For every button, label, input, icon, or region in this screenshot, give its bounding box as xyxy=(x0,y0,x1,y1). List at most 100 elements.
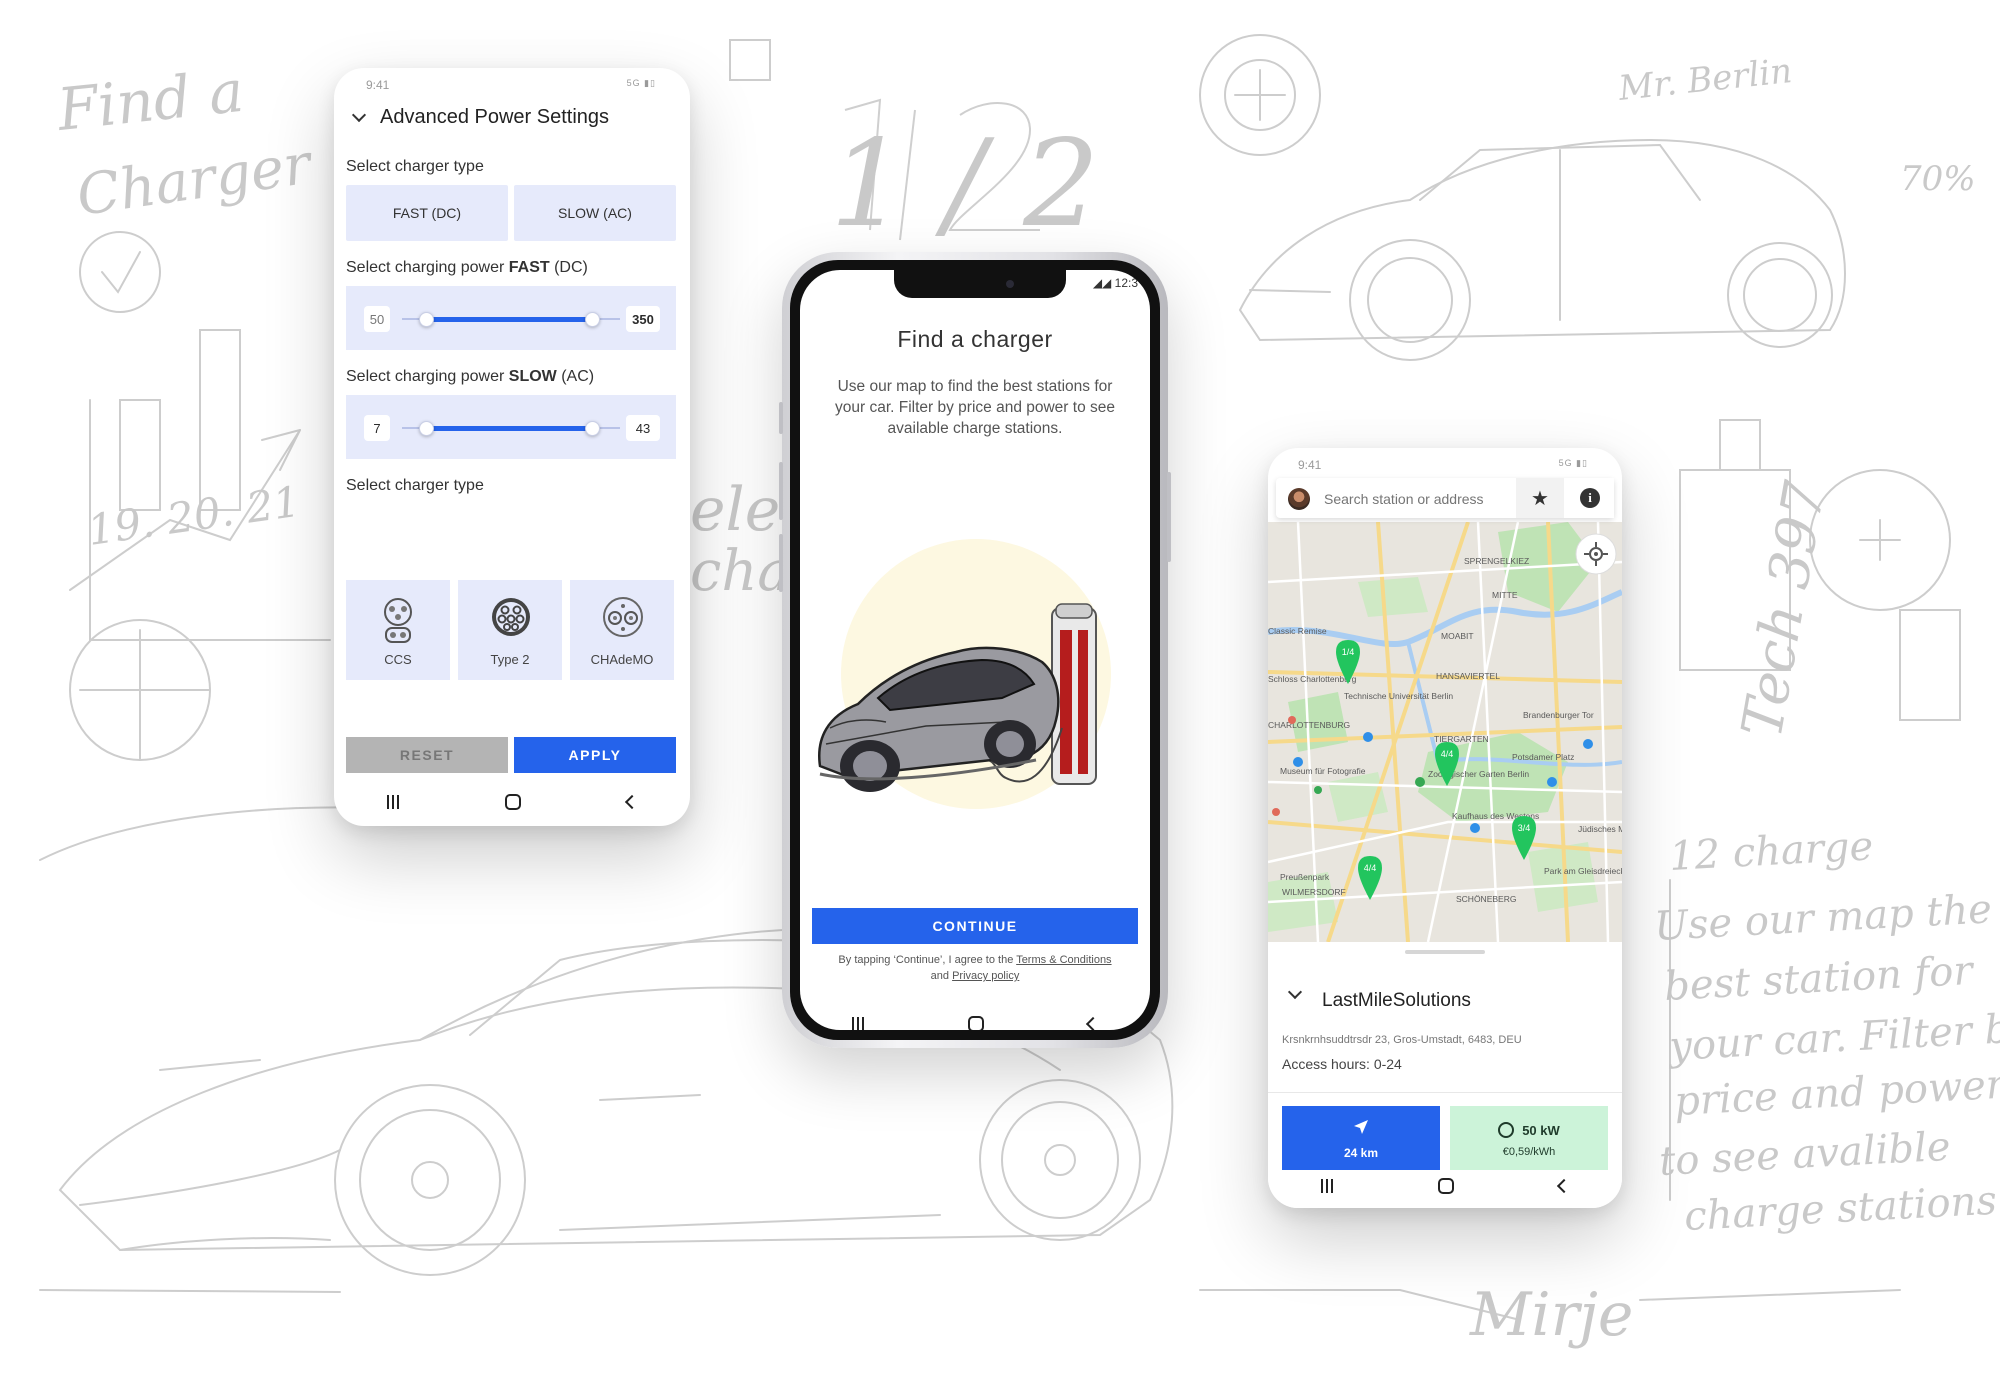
district-label: WILMERSDORF xyxy=(1282,887,1346,897)
phone-notch xyxy=(894,270,1066,298)
favorites-button[interactable]: ★ xyxy=(1516,478,1564,518)
slider-range-fill xyxy=(426,317,592,322)
pin-count: 1/4 xyxy=(1342,647,1355,657)
android-nav-bar xyxy=(334,780,690,824)
fast-max-value: 350 xyxy=(626,306,660,332)
fast-power-slider[interactable]: 50 350 xyxy=(346,286,676,350)
back-icon[interactable] xyxy=(1557,1178,1572,1194)
slow-ac-button[interactable]: SLOW (AC) xyxy=(514,185,676,241)
district-label: MITTE xyxy=(1492,590,1518,600)
network-type: 5G xyxy=(1558,458,1573,468)
svg-text:to see avalible: to see avalible xyxy=(1658,1124,1951,1185)
continue-button[interactable]: CONTINUE xyxy=(812,908,1138,944)
svg-text:your car. Filter by: your car. Filter by xyxy=(1666,1005,2000,1070)
power-settings-screen: 9:41 5G ▮▯ Advanced Power Settings Selec… xyxy=(334,68,690,826)
connector-chademo-label: CHAdeMO xyxy=(590,652,654,667)
svg-text:Tech 397: Tech 397 xyxy=(1730,476,1839,742)
back-icon[interactable] xyxy=(1085,1016,1101,1030)
legal-prefix: By tapping ‘Continue’, I agree to the xyxy=(838,954,1017,966)
home-icon[interactable] xyxy=(1437,1178,1454,1194)
my-location-button[interactable] xyxy=(1575,533,1617,575)
svg-text:Mr. Berlin: Mr. Berlin xyxy=(1616,51,1794,109)
recent-apps-icon[interactable] xyxy=(1320,1179,1333,1193)
collapse-chevron-icon[interactable] xyxy=(351,107,367,123)
slow-power-suffix: (AC) xyxy=(556,368,595,385)
navigation-arrow-icon xyxy=(1354,1120,1368,1134)
center-phone: ◢◢ 12:3 Find a charger Use our map to fi… xyxy=(779,252,1171,1048)
home-icon[interactable] xyxy=(505,794,521,810)
slow-min-handle[interactable] xyxy=(419,421,434,436)
search-input[interactable] xyxy=(1324,491,1504,507)
distance-value: 24 km xyxy=(1343,1146,1379,1160)
district-label: Museum für Fotografie xyxy=(1280,766,1366,776)
svg-text:Find a: Find a xyxy=(53,57,246,144)
back-icon[interactable] xyxy=(624,794,640,810)
mute-switch xyxy=(779,402,783,434)
power-button xyxy=(1167,472,1171,562)
map-view[interactable]: SPRENGELKIEZ MITTE MOABIT Classic Remise… xyxy=(1268,522,1622,942)
svg-text:12 charge: 12 charge xyxy=(1668,823,1874,880)
district-label: Brandenburger Tor xyxy=(1523,710,1594,720)
pin-count: 3/4 xyxy=(1518,823,1531,833)
status-bar: ◢◢ 12:3 xyxy=(1093,276,1138,290)
slow-max-handle[interactable] xyxy=(585,421,600,436)
connector-ccs-label: CCS xyxy=(384,652,412,667)
connector-type2[interactable]: Type 2 xyxy=(458,580,562,680)
onboarding-title: Find a charger xyxy=(897,326,1053,352)
ccs-plug-icon xyxy=(384,598,412,643)
district-label: MOABIT xyxy=(1441,631,1474,641)
svg-text:best station for: best station for xyxy=(1663,948,1976,1010)
district-label: Technische Universität Berlin xyxy=(1344,691,1453,701)
svg-text:Mirje: Mirje xyxy=(1469,1280,1633,1350)
district-label: Jüdisches Mu xyxy=(1578,824,1622,834)
signal-icon: ◢◢ xyxy=(1092,276,1112,290)
connector-chademo[interactable]: CHAdeMO xyxy=(570,580,674,680)
fast-dc-button[interactable]: FAST (DC) xyxy=(346,185,508,241)
svg-text:cha: cha xyxy=(690,539,791,604)
collapse-chevron-icon[interactable] xyxy=(1287,984,1303,1000)
fast-min-handle[interactable] xyxy=(419,312,434,327)
car-charging-illustration xyxy=(818,539,1111,809)
info-button[interactable]: i xyxy=(1566,478,1614,518)
fast-power-suffix: (DC) xyxy=(549,259,588,276)
svg-text:19. 20. 21: 19. 20. 21 xyxy=(85,477,303,555)
terms-link[interactable]: Terms & Conditions xyxy=(1016,954,1111,966)
legal-text: By tapping ‘Continue’, I agree to the Te… xyxy=(810,952,1140,984)
map-screen: 9:41 5G ▮▯ SPRENGELKIEZ MITTE MOABIT Cla… xyxy=(1268,448,1622,1208)
slow-min-value: 7 xyxy=(364,415,390,441)
navigate-button[interactable]: 24 km xyxy=(1282,1106,1440,1170)
charger-power-button[interactable]: 50 kW €0,59/kWh xyxy=(1450,1106,1608,1170)
fast-max-handle[interactable] xyxy=(585,312,600,327)
sheet-drag-handle[interactable] xyxy=(1405,950,1485,954)
svg-text:70%: 70% xyxy=(1900,159,1976,199)
apply-button[interactable]: APPLY xyxy=(514,737,676,773)
volume-down-button xyxy=(779,534,783,592)
search-bar[interactable]: ★ i xyxy=(1276,478,1614,518)
privacy-link[interactable]: Privacy policy xyxy=(952,970,1019,982)
android-nav-bar xyxy=(800,1002,1150,1030)
pin-count: 4/4 xyxy=(1441,749,1454,759)
slow-power-slider[interactable]: 7 43 xyxy=(346,395,676,459)
district-label: SCHÖNEBERG xyxy=(1456,894,1516,904)
home-icon[interactable] xyxy=(968,1016,984,1030)
power-value: 50 kW xyxy=(1522,1122,1560,1138)
svg-text:1 / 2: 1 / 2 xyxy=(830,115,1099,254)
pin-count: 4/4 xyxy=(1364,863,1377,873)
user-avatar[interactable] xyxy=(1288,488,1310,510)
connector-type2-label: Type 2 xyxy=(490,652,530,667)
status-bar: 9:41 5G ▮▯ xyxy=(1268,448,1622,476)
recent-apps-icon[interactable] xyxy=(852,1017,864,1030)
type2-plug-icon xyxy=(492,598,530,636)
slow-power-prefix: Select charging power xyxy=(346,368,509,385)
status-time: 9:41 xyxy=(366,78,390,92)
connector-ccs[interactable]: CCS xyxy=(346,580,450,680)
district-label: SPRENGELKIEZ xyxy=(1464,556,1529,566)
phone-bezel: ◢◢ 12:3 Find a charger Use our map to fi… xyxy=(790,260,1160,1040)
slow-max-value: 43 xyxy=(626,415,660,441)
reset-button[interactable]: RESET xyxy=(346,737,508,773)
recent-apps-icon[interactable] xyxy=(387,795,399,809)
chademo-plug-icon xyxy=(603,597,643,637)
star-icon: ★ xyxy=(1531,487,1549,510)
svg-text:Use our map the: Use our map the xyxy=(1653,886,1993,950)
fast-min-value: 50 xyxy=(364,306,390,332)
